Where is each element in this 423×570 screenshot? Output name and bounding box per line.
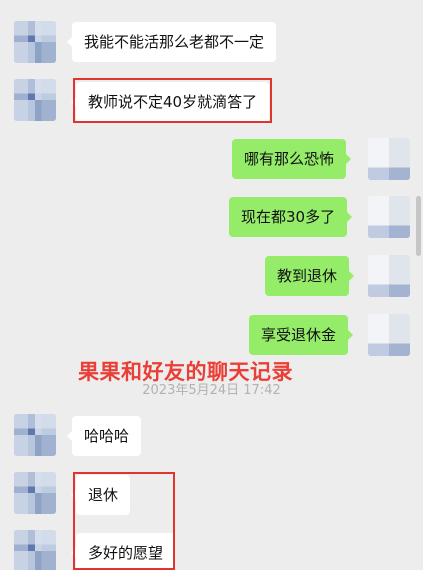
- friend-avatar[interactable]: [14, 472, 56, 514]
- message-bubble-sent[interactable]: 教到退休: [265, 256, 355, 296]
- message-bubble-received[interactable]: 哈哈哈: [66, 416, 142, 456]
- message-bubble-sent[interactable]: 现在都30多了: [229, 197, 353, 237]
- self-avatar[interactable]: [368, 138, 410, 180]
- friend-avatar[interactable]: [14, 414, 56, 456]
- self-avatar[interactable]: [368, 314, 410, 356]
- highlight-box: [73, 78, 272, 123]
- message-bubble-sent[interactable]: 哪有那么恐怖: [232, 139, 352, 179]
- self-avatar[interactable]: [368, 255, 410, 297]
- message-timestamp: 2023年5月24日 17:42: [142, 383, 281, 398]
- friend-avatar[interactable]: [14, 79, 56, 121]
- scrollbar[interactable]: [416, 196, 421, 256]
- self-avatar[interactable]: [368, 196, 410, 238]
- message-bubble-sent[interactable]: 享受退休金: [249, 315, 354, 355]
- friend-avatar[interactable]: [14, 530, 56, 570]
- message-bubble-received[interactable]: 我能不能活那么老都不一定: [66, 22, 277, 62]
- highlight-box: [73, 472, 175, 570]
- friend-avatar[interactable]: [14, 21, 56, 63]
